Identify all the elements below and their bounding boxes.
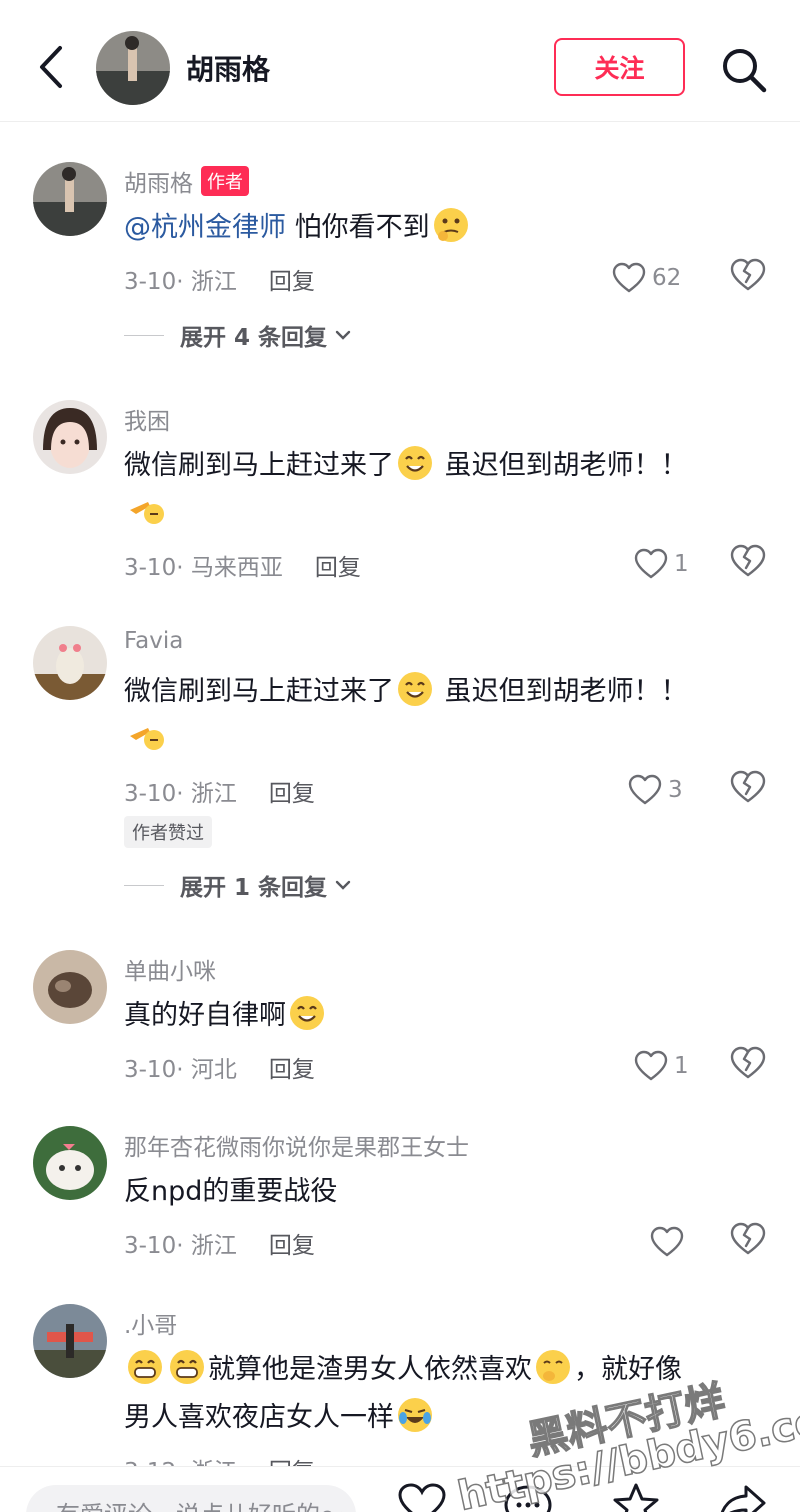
favorite-button[interactable] <box>610 1483 662 1512</box>
like-count: 1 <box>674 551 689 577</box>
salute-hand-icon <box>130 728 164 750</box>
comment-text: 真的好自律啊 <box>124 992 764 1040</box>
smiling-face-icon <box>398 672 432 706</box>
search-icon <box>723 49 767 93</box>
top-bar: 胡雨格 关注 <box>0 0 800 122</box>
reply-button[interactable]: 回复 <box>269 269 315 295</box>
crying-laughing-icon <box>398 1398 432 1432</box>
commenter-avatar[interactable] <box>33 1304 107 1378</box>
expand-replies[interactable]: 展开 1 条回复 <box>124 868 353 902</box>
reply-button[interactable]: 回复 <box>315 555 361 581</box>
author-name[interactable]: 胡雨格 <box>186 48 270 88</box>
author-tag: 作者 <box>201 166 249 196</box>
comment-text: 微信刷到马上赶过来了 虽迟但到胡老师！！ <box>124 442 764 538</box>
reply-button[interactable]: 回复 <box>269 1057 315 1083</box>
broken-heart-icon <box>730 544 766 577</box>
follow-button[interactable]: 关注 <box>554 38 685 96</box>
commenter-name[interactable]: .小哥 <box>124 1306 177 1340</box>
salute-hand-icon <box>130 502 164 524</box>
dislike-button[interactable] <box>730 770 766 810</box>
shushing-face-icon <box>536 1350 570 1384</box>
heart-icon <box>398 1483 446 1512</box>
grinning-face-icon <box>170 1350 204 1384</box>
commenter-avatar[interactable] <box>33 1126 107 1200</box>
star-icon <box>613 1483 659 1512</box>
commenter-name[interactable]: 那年杏花微雨你说你是果郡王女士 <box>124 1128 469 1162</box>
author-liked-badge: 作者赞过 <box>124 816 212 848</box>
comment-meta: 3-10· 河北 回复 <box>124 1057 315 1083</box>
commenter-avatar[interactable] <box>33 400 107 474</box>
dislike-button[interactable] <box>730 544 766 584</box>
commenter-name[interactable]: Favia <box>124 628 183 654</box>
like-count: 62 <box>652 265 682 291</box>
heart-icon <box>628 774 662 805</box>
thinking-face-icon <box>433 208 468 242</box>
like-button[interactable]: 1 <box>634 1046 689 1086</box>
smiling-face-icon <box>290 996 324 1030</box>
like-button[interactable]: 1 <box>634 544 689 584</box>
comment-meta: 3-10· 浙江 回复 <box>124 269 315 295</box>
comment-input[interactable]: 有爱评论，说点儿好听的～ <box>26 1485 356 1512</box>
like-count: 1 <box>674 1053 689 1079</box>
mention-link[interactable]: @杭州金律师 <box>124 212 286 243</box>
broken-heart-icon <box>730 1046 766 1079</box>
chevron-down-icon <box>335 330 351 340</box>
comment-text: @杭州金律师 怕你看不到 <box>124 204 764 252</box>
comment-meta: 3-10· 浙江 回复 <box>124 1233 315 1259</box>
share-button[interactable] <box>716 1483 768 1512</box>
chevron-left-icon <box>40 46 62 88</box>
broken-heart-icon <box>730 258 766 291</box>
broken-heart-icon <box>730 770 766 803</box>
comment-meta: 3-10· 马来西亚 回复 <box>124 555 361 581</box>
comment-meta: 3-10· 浙江 回复 <box>124 781 315 807</box>
dislike-button[interactable] <box>730 1222 766 1262</box>
commenter-avatar[interactable] <box>33 162 107 236</box>
commenter-name[interactable]: 胡雨格 作者 <box>124 164 249 198</box>
heart-icon <box>634 548 668 579</box>
smiling-face-icon <box>398 446 432 480</box>
comment-text: 微信刷到马上赶过来了 虽迟但到胡老师！！ <box>124 668 764 764</box>
commenter-avatar[interactable] <box>33 950 107 1024</box>
like-video-button[interactable] <box>396 1483 448 1512</box>
reply-button[interactable]: 回复 <box>269 1233 315 1259</box>
back-button[interactable] <box>30 42 74 92</box>
commenter-name[interactable]: 单曲小咪 <box>124 952 216 986</box>
chevron-down-icon <box>335 880 351 890</box>
comment-text: 反npd的重要战役 <box>124 1176 338 1207</box>
heart-icon <box>650 1226 684 1257</box>
divider <box>124 334 164 336</box>
heart-icon <box>612 262 646 293</box>
commenter-name[interactable]: 我困 <box>124 402 170 436</box>
search-button[interactable] <box>718 44 770 96</box>
broken-heart-icon <box>730 1222 766 1255</box>
like-button[interactable]: 62 <box>612 258 681 298</box>
author-avatar[interactable] <box>96 31 170 105</box>
commenter-avatar[interactable] <box>33 626 107 700</box>
heart-icon <box>634 1050 668 1081</box>
reply-button[interactable]: 回复 <box>269 781 315 807</box>
like-button[interactable]: 3 <box>628 770 683 810</box>
like-count: 3 <box>668 777 683 803</box>
dislike-button[interactable] <box>730 1046 766 1086</box>
like-button[interactable] <box>650 1222 684 1262</box>
share-arrow-icon <box>720 1485 766 1512</box>
grinning-face-icon <box>128 1350 162 1384</box>
expand-replies[interactable]: 展开 4 条回复 <box>124 318 353 352</box>
divider <box>124 884 164 886</box>
dislike-button[interactable] <box>730 258 766 298</box>
